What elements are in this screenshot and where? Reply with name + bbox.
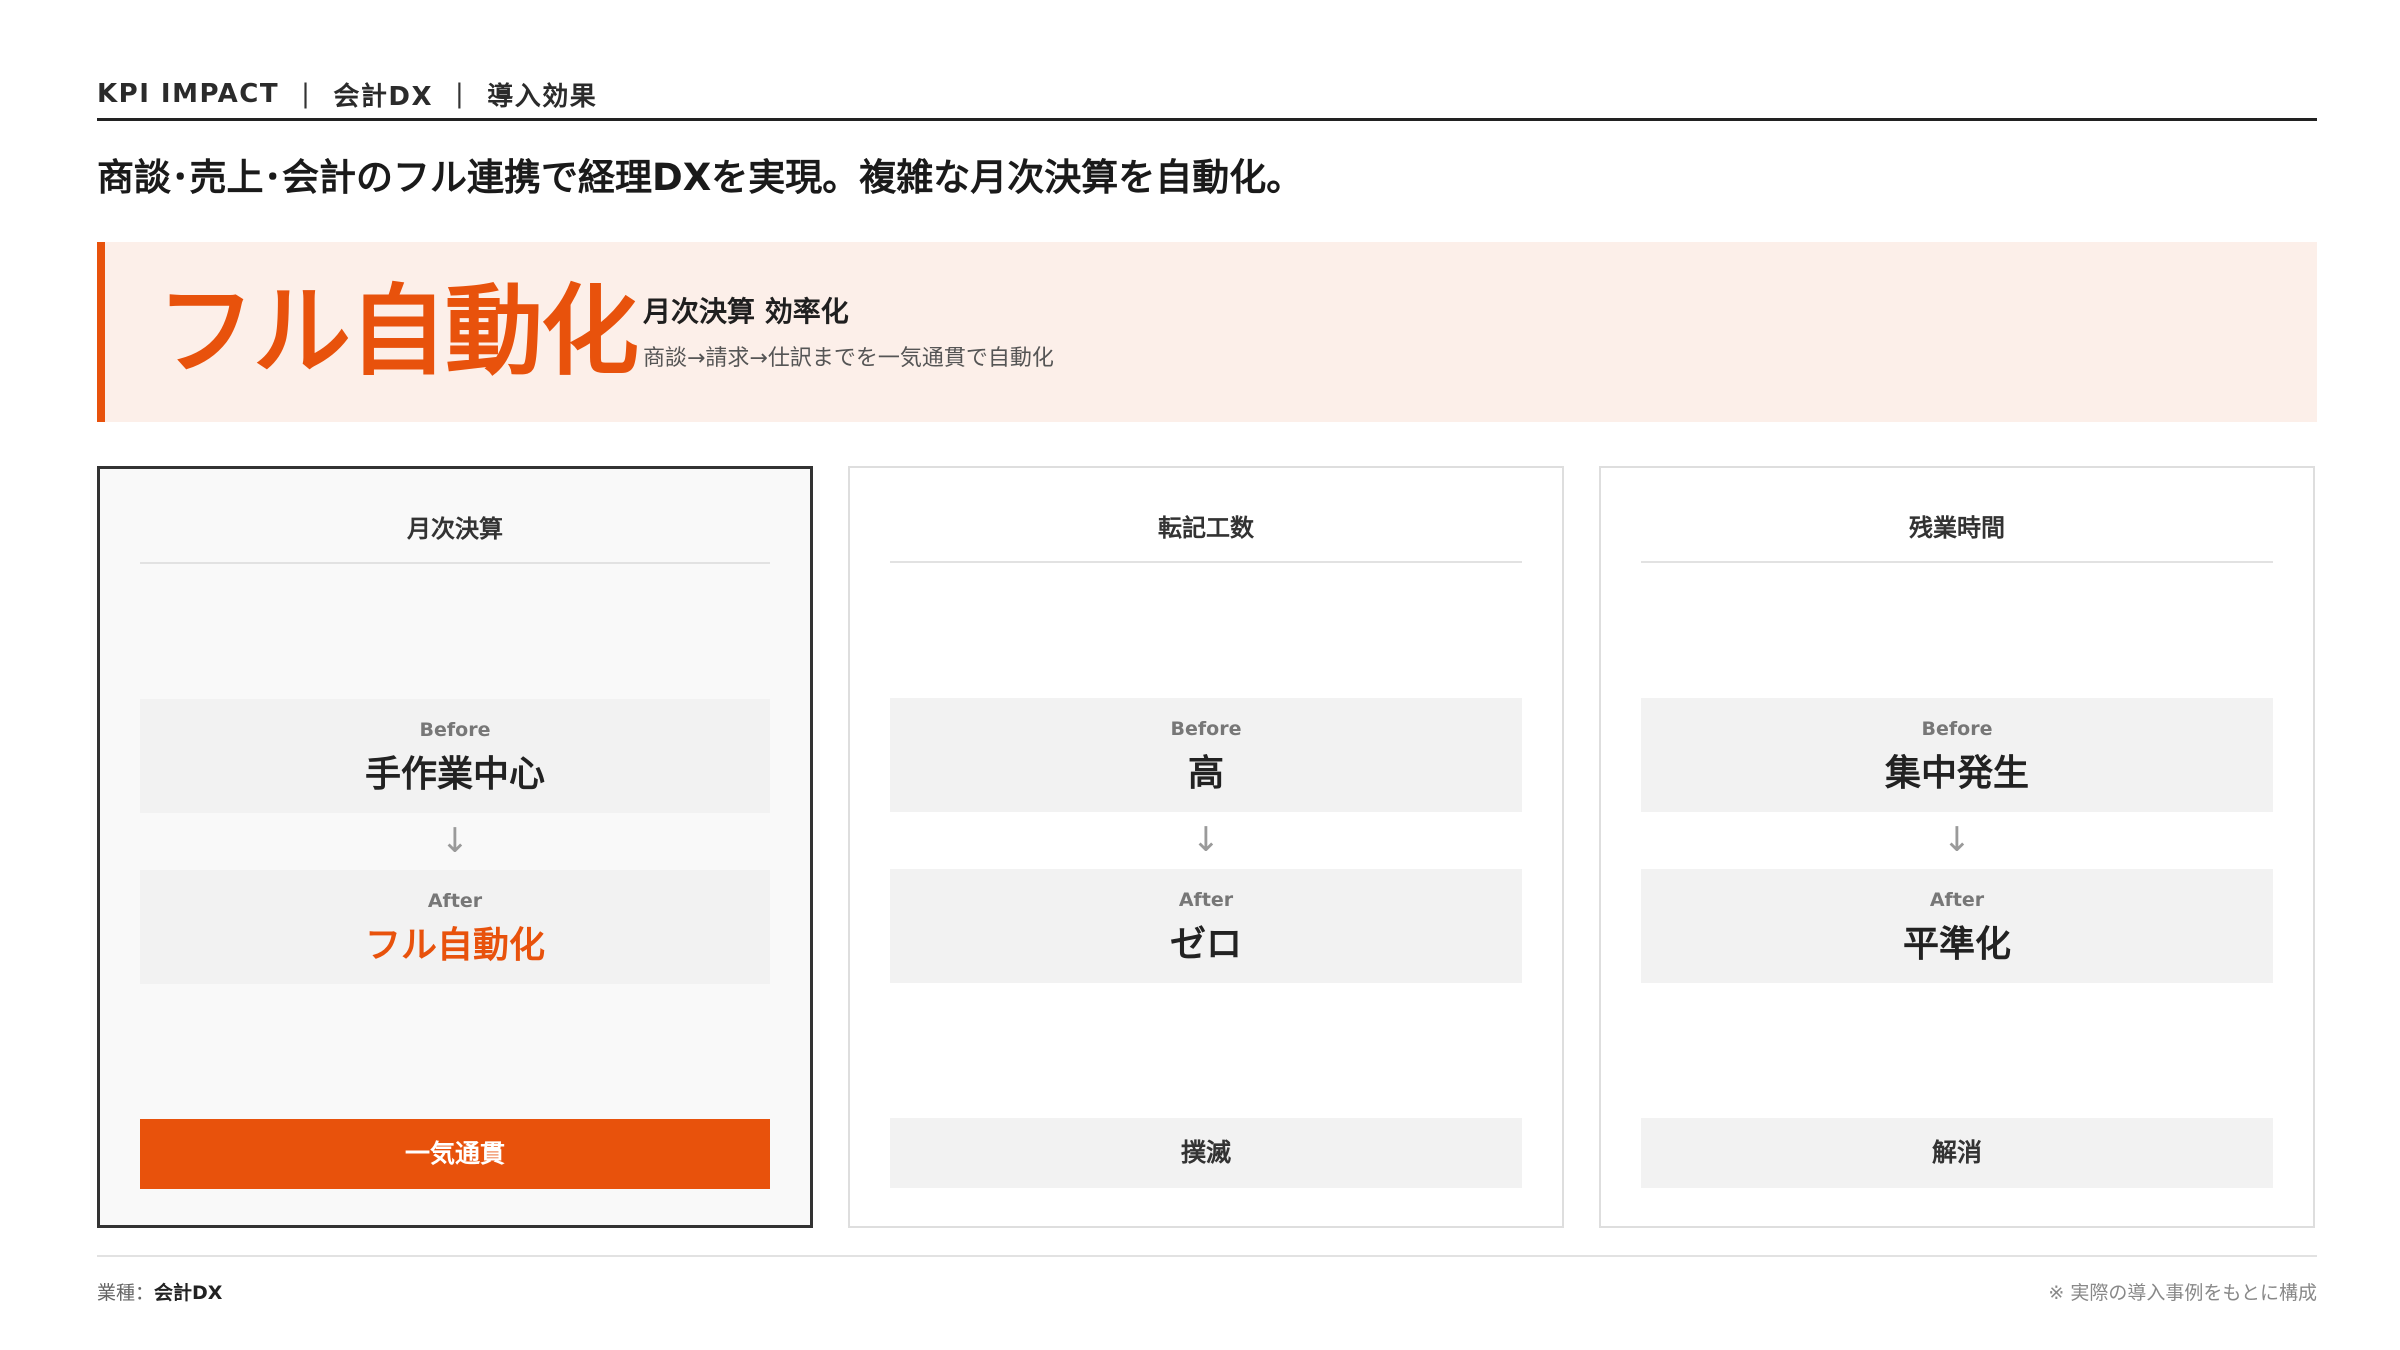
before-value: 手作業中心: [364, 754, 545, 795]
industry-value: 会計DX: [154, 1282, 223, 1304]
before-box: Before 高: [890, 698, 1522, 812]
kicker-separator: |: [301, 79, 312, 109]
footer-industry: 業種：会計DX: [97, 1278, 222, 1305]
after-label: After: [427, 890, 483, 912]
hero-description: 商談→請求→仕訳までを一気通貫で自動化: [643, 346, 1054, 371]
kicker-topic: 会計DX: [333, 81, 433, 112]
slide: KPI IMPACT | 会計DX | 導入効果 商談･売上･会計のフル連携で経…: [97, 0, 2317, 1350]
kpi-card-monthly-closing: 月次決算 Before 手作業中心 ↓ After フル自動化 一気通貫: [97, 466, 813, 1228]
header-divider: [97, 118, 2317, 121]
kpi-card-transcription: 転記工数 Before 高 ↓ After ゼロ 撲滅: [848, 466, 1564, 1228]
card-divider: [890, 561, 1522, 563]
hero-banner: フル自動化 月次決算 効率化 商談→請求→仕訳までを一気通貫で自動化: [97, 242, 2317, 422]
kicker-section: 導入効果: [487, 81, 598, 112]
after-box: After ゼロ: [890, 869, 1522, 983]
hero-title: 月次決算 効率化: [643, 295, 849, 328]
before-value: 集中発生: [1884, 753, 2029, 794]
after-label: After: [1178, 889, 1234, 911]
kicker: KPI IMPACT | 会計DX | 導入効果: [97, 72, 597, 116]
footer-note: ※ 実際の導入事例をもとに構成: [2048, 1282, 2317, 1304]
result-tag: 一気通貫: [140, 1119, 770, 1189]
result-tag: 解消: [1641, 1118, 2273, 1188]
after-label: After: [1929, 889, 1985, 911]
after-value: フル自動化: [364, 925, 545, 966]
kicker-separator: |: [455, 79, 466, 109]
kpi-card-overtime: 残業時間 Before 集中発生 ↓ After 平準化 解消: [1599, 466, 2315, 1228]
arrow-down-icon: ↓: [1191, 820, 1221, 860]
arrow-down-icon: ↓: [440, 821, 470, 861]
kicker-category: KPI IMPACT: [97, 79, 280, 109]
card-title: 残業時間: [1909, 514, 2005, 542]
card-divider: [140, 562, 770, 564]
before-label: Before: [1170, 718, 1242, 740]
kpi-cards: 月次決算 Before 手作業中心 ↓ After フル自動化 一気通貫 転記工…: [97, 466, 2317, 1228]
card-title: 転記工数: [1158, 514, 1254, 542]
before-value: 高: [1187, 753, 1224, 794]
hero-big-text: フル自動化: [157, 275, 639, 389]
footer-divider: [97, 1255, 2317, 1257]
before-label: Before: [419, 719, 491, 741]
card-divider: [1641, 561, 2273, 563]
after-value: ゼロ: [1169, 924, 1242, 965]
industry-label: 業種：: [97, 1282, 155, 1304]
after-box: After フル自動化: [140, 870, 770, 984]
result-tag: 撲滅: [890, 1118, 1522, 1188]
after-box: After 平準化: [1641, 869, 2273, 983]
hero-accent-bar: [97, 242, 105, 422]
before-label: Before: [1921, 718, 1993, 740]
after-value: 平準化: [1902, 924, 2011, 965]
before-box: Before 手作業中心: [140, 699, 770, 813]
page-headline: 商談･売上･会計のフル連携で経理DXを実現。複雑な月次決算を自動化。: [97, 156, 1304, 199]
before-box: Before 集中発生: [1641, 698, 2273, 812]
arrow-down-icon: ↓: [1942, 820, 1972, 860]
card-title: 月次決算: [407, 515, 503, 543]
